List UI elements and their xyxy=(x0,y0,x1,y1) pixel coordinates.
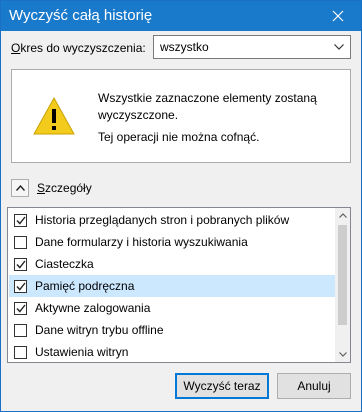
warning-message: Wszystkie zaznaczone elementy zostaną wy… xyxy=(98,91,317,122)
item-checkbox[interactable] xyxy=(14,345,27,359)
clear-now-button[interactable]: Wyczyść teraz xyxy=(175,373,269,399)
list-scrollbar[interactable] xyxy=(335,208,350,362)
item-checkbox[interactable] xyxy=(14,257,27,271)
dialog-title: Wyczyść całą historię xyxy=(9,7,153,24)
list-item[interactable]: Aktywne zalogowania xyxy=(9,297,336,319)
chevron-down-icon xyxy=(334,44,344,50)
scroll-thumb[interactable] xyxy=(338,225,347,325)
period-selected-value: wszystko xyxy=(160,40,209,54)
item-label: Dane witryn trybu offline xyxy=(35,323,164,337)
list-item[interactable]: Dane witryn trybu offline xyxy=(9,319,336,341)
list-item[interactable]: Ustawienia witryn xyxy=(9,341,336,362)
checkmark-icon xyxy=(16,260,26,269)
item-checkbox[interactable] xyxy=(14,323,27,337)
item-checkbox[interactable] xyxy=(14,279,27,293)
list-item[interactable]: Dane formularzy i historia wyszukiwania xyxy=(9,231,336,253)
close-icon xyxy=(332,10,344,22)
clear-history-dialog: Wyczyść całą historię Okres do wyczyszcz… xyxy=(0,0,362,412)
details-toggle[interactable]: Szczegóły xyxy=(11,179,92,197)
details-toggle-button[interactable] xyxy=(11,179,29,197)
title-bar: Wyczyść całą historię xyxy=(1,1,361,31)
item-label: Dane formularzy i historia wyszukiwania xyxy=(35,235,248,249)
period-dropdown[interactable]: wszystko xyxy=(153,35,351,59)
item-label: Ustawienia witryn xyxy=(35,345,129,359)
chevron-down-icon xyxy=(338,352,347,357)
list-item[interactable]: Historia przeglądanych stron i pobranych… xyxy=(9,209,336,231)
warning-irreversible: Tej operacji nie można cofnąć. xyxy=(98,130,260,144)
warning-panel: Wszystkie zaznaczone elementy zostaną wy… xyxy=(11,69,351,163)
history-items-list[interactable]: Historia przeglądanych stron i pobranych… xyxy=(7,207,351,363)
chevron-up-icon xyxy=(338,213,347,218)
checkmark-icon xyxy=(16,216,26,225)
scroll-down-button[interactable] xyxy=(335,347,350,362)
list-item[interactable]: Ciasteczka xyxy=(9,253,336,275)
checkmark-icon xyxy=(16,304,26,313)
item-label: Aktywne zalogowania xyxy=(35,301,151,315)
item-label: Historia przeglądanych stron i pobranych… xyxy=(35,213,290,227)
cancel-button[interactable]: Anuluj xyxy=(277,373,351,399)
item-checkbox[interactable] xyxy=(14,301,27,315)
checkmark-icon xyxy=(16,282,26,291)
item-checkbox[interactable] xyxy=(14,213,27,227)
details-label: Szczegóły xyxy=(37,181,92,195)
period-label: Okres do wyczyszczenia: xyxy=(11,41,146,55)
close-button[interactable] xyxy=(315,1,361,31)
item-checkbox[interactable] xyxy=(14,235,27,249)
chevron-up-icon xyxy=(15,185,25,191)
list-item[interactable]: Pamięć podręczna xyxy=(9,275,336,297)
item-label: Ciasteczka xyxy=(35,257,94,271)
item-label: Pamięć podręczna xyxy=(35,279,135,293)
warning-icon xyxy=(33,96,75,135)
scroll-up-button[interactable] xyxy=(335,208,350,223)
